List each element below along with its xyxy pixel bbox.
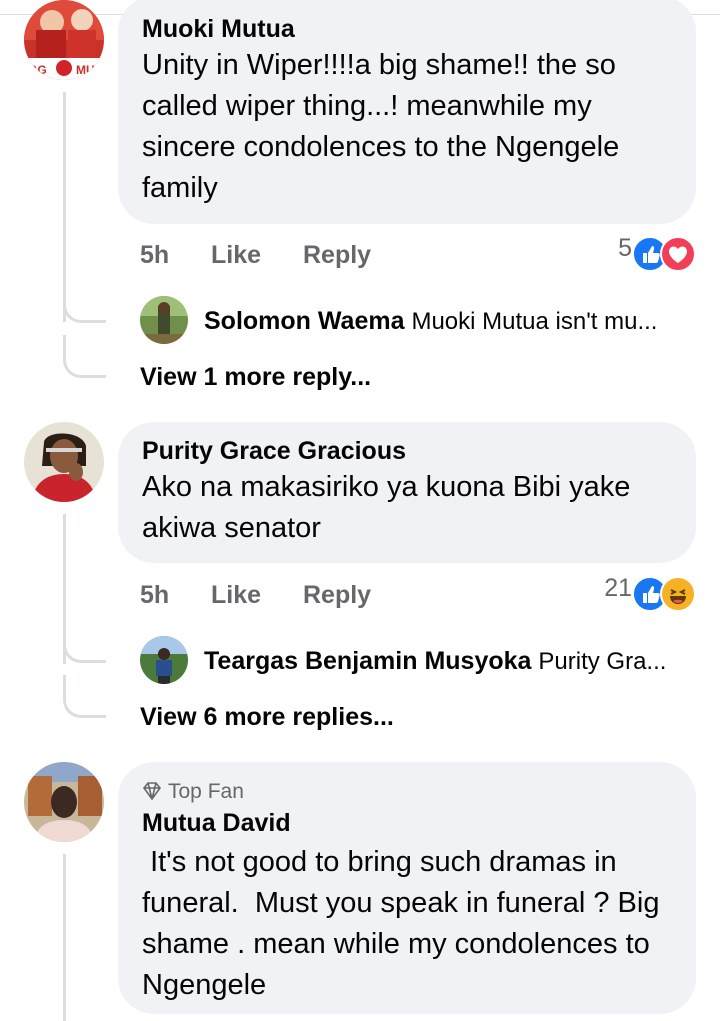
comment-author[interactable]: Muoki Mutua <box>142 14 672 44</box>
avatar-solomon-waema[interactable] <box>140 296 188 344</box>
comment-bubble-1: Muoki Mutua Unity in Wiper!!!!a big sham… <box>118 0 696 224</box>
reply-author[interactable]: Teargas Benjamin Musyoka <box>204 647 531 675</box>
thread-connector <box>63 620 106 663</box>
reply-author[interactable]: Solomon Waema <box>204 307 405 335</box>
diamond-icon <box>142 780 162 808</box>
reply-text: Muoki Mutua isn't mu... <box>411 308 658 335</box>
comment-bubble-3: Top Fan Mutua David It's not good to bri… <box>118 762 696 1014</box>
haha-icon <box>660 576 696 612</box>
top-fan-label: Top Fan <box>168 780 244 803</box>
reactions-2[interactable]: 21 <box>560 574 700 612</box>
avatar-muoki-mutua[interactable]: GG MU <box>24 0 104 80</box>
comment-time[interactable]: 5h <box>140 241 169 270</box>
avatar-purity-grace-gracious[interactable] <box>24 422 104 502</box>
top-fan-badge: Top Fan <box>142 778 672 808</box>
thread-line <box>63 854 66 1021</box>
svg-text:GG: GG <box>28 63 47 77</box>
reaction-count: 5 <box>618 234 632 262</box>
comment-author[interactable]: Purity Grace Gracious <box>142 436 672 466</box>
reply-button[interactable]: Reply <box>303 241 371 270</box>
reply-preview-2[interactable]: Teargas Benjamin Musyoka Purity Gra... <box>204 647 666 676</box>
reply-preview-1[interactable]: Solomon Waema Muoki Mutua isn't mu... <box>204 307 657 336</box>
thread-connector <box>63 335 106 378</box>
comment-text: It's not good to bring such dramas in fu… <box>142 846 668 1001</box>
view-more-replies-button[interactable]: View 1 more reply... <box>140 363 371 392</box>
reply-button[interactable]: Reply <box>303 581 371 610</box>
svg-text:MU: MU <box>76 63 95 77</box>
avatar-teargas-benjamin-musyoka[interactable] <box>140 636 188 684</box>
thread-connector <box>63 675 106 718</box>
comment-bubble-2: Purity Grace Gracious Ako na makasiriko … <box>118 422 696 563</box>
reaction-count: 21 <box>604 574 632 602</box>
thread-connector <box>63 280 106 323</box>
comment-text: Unity in Wiper!!!!a big shame!! the so c… <box>142 49 620 204</box>
reactions-1[interactable]: 5 <box>560 234 700 272</box>
comment-time[interactable]: 5h <box>140 581 169 610</box>
comment-author[interactable]: Mutua David <box>142 808 672 838</box>
comment-text: Ako na makasiriko ya kuona Bibi yake aki… <box>142 471 631 544</box>
love-icon <box>660 236 696 272</box>
reply-text: Purity Gra... <box>538 648 667 675</box>
like-button[interactable]: Like <box>211 241 261 270</box>
avatar-mutua-david[interactable] <box>24 762 104 842</box>
view-more-replies-button[interactable]: View 6 more replies... <box>140 703 394 732</box>
like-button[interactable]: Like <box>211 581 261 610</box>
